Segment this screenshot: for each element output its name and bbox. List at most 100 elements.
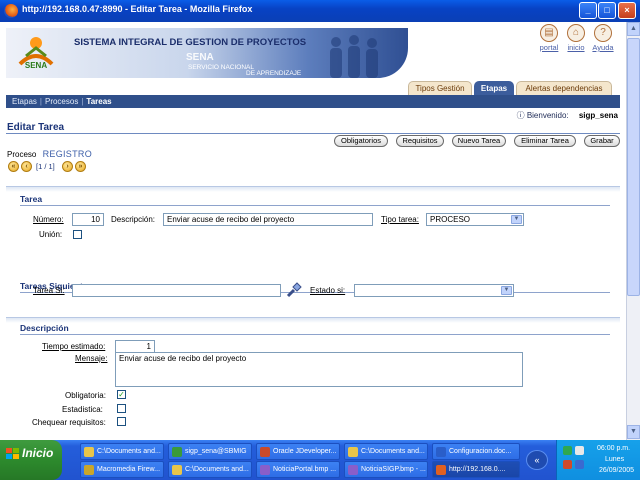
security-icon[interactable] (563, 460, 572, 469)
sena-logo: SENA (18, 37, 54, 70)
page-indicator: [1 / 1] (36, 162, 55, 171)
tarea-si-input[interactable] (72, 284, 281, 297)
estadistica-label: Estadistica: (62, 405, 103, 414)
grabar-button[interactable]: Grabar (584, 135, 620, 147)
tab-etapas[interactable]: Etapas (474, 81, 514, 95)
portal-link[interactable]: ▤ portal (536, 24, 562, 52)
start-button[interactable]: Inicio (0, 440, 62, 480)
taskbar-item[interactable]: sigp_sena@SBMIG (168, 443, 252, 460)
estadistica-checkbox[interactable] (117, 404, 126, 413)
numero-input[interactable]: 10 (72, 213, 104, 226)
vertical-scrollbar[interactable]: ▲ ▼ (626, 22, 640, 440)
chequear-checkbox[interactable] (117, 417, 126, 426)
scroll-up-icon[interactable]: ▲ (627, 22, 640, 36)
jdeveloper-icon (260, 447, 270, 457)
folder-icon (172, 465, 182, 475)
close-button[interactable]: × (618, 2, 636, 19)
breadcrumb-procesos[interactable]: Procesos (45, 97, 78, 106)
scroll-thumb[interactable] (627, 38, 640, 296)
terminal-icon (172, 447, 182, 457)
chevron-down-icon[interactable]: ▼ (511, 215, 522, 224)
nuevo-tarea-button[interactable]: Nuevo Tarea (452, 135, 506, 147)
network-icon[interactable] (563, 446, 572, 455)
inicio-link[interactable]: ⌂ inicio (563, 24, 589, 52)
app-brand: SISTEMA INTEGRAL DE GESTION DE PROYECTOS (74, 37, 307, 48)
taskbar-item[interactable]: Oracle JDeveloper... (256, 443, 340, 460)
next-page-icon[interactable]: › (62, 161, 73, 172)
requisitos-button[interactable]: Requisitos (396, 135, 444, 147)
logo-text: SENA (25, 61, 47, 70)
taskbar-item-label: C:\Documents and... (361, 448, 425, 455)
username: sigp_sena (578, 111, 618, 120)
chevron-up-icon[interactable]: « (526, 450, 548, 470)
union-checkbox[interactable] (73, 230, 82, 239)
breadcrumb-tareas[interactable]: Tareas (86, 97, 111, 106)
tipo-tarea-value: PROCESO (430, 215, 471, 224)
obligatorios-button[interactable]: Obligatorios (334, 135, 388, 147)
inicio-label[interactable]: inicio (563, 43, 589, 52)
ayuda-link[interactable]: ? Ayuda (590, 24, 616, 52)
mensaje-label: Mensaje: (75, 354, 107, 363)
taskbar-item[interactable]: NoticiaSIGP.bmp - ... (344, 461, 428, 478)
breadcrumb: Etapas | Procesos | Tareas (6, 95, 620, 108)
banner-sena: SENA (186, 52, 214, 63)
home-icon: ⌂ (567, 24, 585, 42)
chevron-down-icon[interactable]: ▼ (501, 286, 512, 295)
start-label: Inicio (22, 446, 54, 460)
section-tarea-title: Tarea (20, 194, 43, 204)
tiempo-label: Tiempo estimado: (42, 342, 105, 351)
mensaje-textarea[interactable]: Enviar acuse de recibo del proyecto (115, 352, 523, 387)
tipo-tarea-label-text: Tipo tarea: (381, 215, 419, 224)
taskbar-item[interactable]: Configuracion.doc... (432, 443, 520, 460)
title-divider (6, 133, 620, 134)
estado-si-select[interactable]: ▼ (354, 284, 514, 297)
fireworks-icon (84, 465, 94, 475)
eliminar-tarea-button[interactable]: Eliminar Tarea (514, 135, 576, 147)
minimize-button[interactable]: _ (579, 2, 597, 19)
numero-label: Número: (33, 215, 64, 224)
window-title: http://192.168.0.47:8990 - Editar Tarea … (22, 4, 253, 14)
last-page-icon[interactable]: » (75, 161, 86, 172)
window-title-bar[interactable]: http://192.168.0.47:8990 - Editar Tarea … (0, 0, 640, 22)
clock-date: 26/09/2005 (599, 467, 635, 474)
speaker-icon[interactable] (575, 446, 584, 455)
taskbar-item-label: NoticiaPortal.bmp ... (273, 466, 337, 473)
taskbar-item[interactable]: NoticiaPortal.bmp ... (256, 461, 340, 478)
ayuda-label[interactable]: Ayuda (590, 43, 616, 52)
messenger-icon[interactable] (575, 460, 584, 469)
maximize-button[interactable]: □ (598, 2, 616, 19)
prev-page-icon[interactable]: ‹ (21, 161, 32, 172)
taskbar-item-active[interactable]: http://192.168.0.... (432, 461, 520, 478)
taskbar-item[interactable]: C:\Documents and... (168, 461, 252, 478)
taskbar-item-label: NoticiaSIGP.bmp - ... (361, 466, 426, 473)
paint-icon (348, 465, 358, 475)
tab-tipos-gestion[interactable]: Tipos Gestión (408, 81, 472, 95)
taskbar-item[interactable]: Macromedia Firew... (80, 461, 164, 478)
tab-alertas-dependencias[interactable]: Alertas dependencias (516, 81, 612, 95)
tarea-si-label: Tarea Si: (33, 286, 65, 295)
taskbar-item[interactable]: C:\Documents and... (344, 443, 428, 460)
first-page-icon[interactable]: « (8, 161, 19, 172)
descripcion-input[interactable]: Enviar acuse de recibo del proyecto (163, 213, 373, 226)
banner-servicio: SERVICIO NACIONAL (188, 64, 254, 71)
breadcrumb-sep: | (81, 97, 84, 106)
chequear-label: Chequear requisitos: (32, 418, 106, 427)
welcome-area: ⓘ Bienvenido: sigp_sena (517, 110, 618, 121)
scroll-down-icon[interactable]: ▼ (627, 425, 640, 439)
taskbar-item-label: sigp_sena@SBMIG (185, 448, 247, 455)
portal-label[interactable]: portal (536, 43, 562, 52)
info-icon: ⓘ (516, 111, 525, 120)
taskbar-item[interactable]: C:\Documents and... (80, 443, 164, 460)
firefox-icon (436, 465, 446, 475)
tipo-tarea-label: Tipo tarea: (381, 215, 419, 224)
breadcrumb-etapas[interactable]: Etapas (12, 97, 37, 106)
flashlight-icon[interactable] (286, 282, 302, 298)
proceso-label: Proceso (7, 150, 37, 159)
section-descripcion-title: Descripción (20, 323, 69, 333)
estado-si-label: Estado si: (310, 286, 345, 295)
taskbar-item-label: http://192.168.0.... (449, 466, 506, 473)
section-band (6, 317, 620, 323)
obligatoria-checkbox[interactable]: ✓ (117, 390, 126, 399)
breadcrumb-sep: | (39, 97, 42, 106)
tipo-tarea-select[interactable]: PROCESO ▼ (426, 213, 524, 226)
